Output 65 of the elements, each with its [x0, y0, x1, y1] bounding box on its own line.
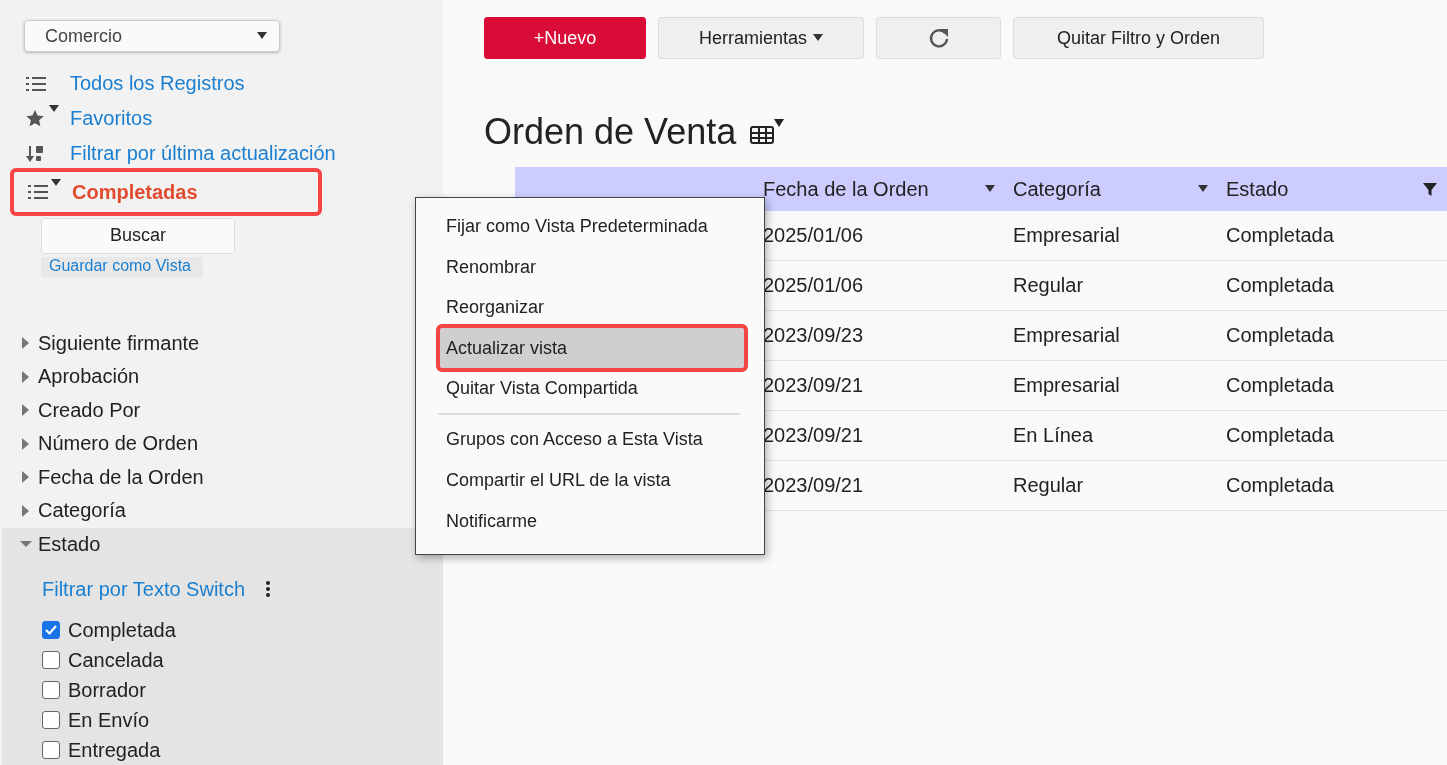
- menu-item[interactable]: Fijar como Vista Predeterminada: [416, 206, 764, 247]
- checkbox[interactable]: [42, 711, 60, 729]
- caret-icon: [257, 32, 267, 41]
- option-label: Entregada: [68, 738, 161, 762]
- filter-label[interactable]: Categoría: [38, 499, 126, 523]
- filter-label[interactable]: Número de Orden: [38, 432, 199, 456]
- table-cell: Regular: [1013, 274, 1084, 297]
- menu-item[interactable]: Renombrar: [416, 246, 764, 288]
- filter-label[interactable]: Fecha de la Orden: [38, 465, 204, 489]
- view-link[interactable]: Favoritos: [70, 107, 153, 131]
- table-cell: 2025/01/06: [763, 224, 864, 247]
- menu-item[interactable]: Compartir el URL de la vista: [416, 460, 764, 501]
- view-link[interactable]: Filtrar por última actualización: [70, 142, 336, 166]
- caret-icon: [813, 34, 823, 42]
- menu-item[interactable]: Actualizar vista: [436, 324, 748, 373]
- option-label: Completada: [68, 618, 176, 642]
- checkbox[interactable]: [42, 651, 60, 669]
- table-cell: 2025/01/06: [763, 274, 864, 297]
- list-icon: [26, 74, 48, 93]
- filter-label[interactable]: Siguiente firmante: [38, 331, 200, 355]
- table-cell: Empresarial: [1013, 374, 1120, 397]
- refresh-icon: [927, 27, 950, 49]
- filter-icon[interactable]: [1423, 182, 1437, 196]
- new-button[interactable]: +Nuevo: [484, 17, 646, 59]
- table-cell: 2023/09/21: [763, 424, 864, 447]
- table-cell: Completada: [1226, 474, 1334, 497]
- option-label: Cancelada: [68, 648, 164, 672]
- menu-item[interactable]: Notificarme: [416, 500, 764, 542]
- caret-icon[interactable]: [985, 185, 995, 193]
- filter-label[interactable]: Estado: [38, 532, 101, 556]
- app-dropdown[interactable]: Comercio: [24, 20, 280, 53]
- table-cell: Completada: [1226, 274, 1334, 297]
- option-label: En Envío: [68, 708, 150, 732]
- checkbox[interactable]: [42, 741, 60, 759]
- caret-icon[interactable]: [1198, 185, 1208, 193]
- filter-label[interactable]: Aprobación: [38, 365, 140, 389]
- refresh-button[interactable]: [876, 17, 1001, 59]
- option-label: Borrador: [68, 678, 146, 702]
- table-cell: En Línea: [1013, 424, 1094, 447]
- table-cell: Completada: [1226, 374, 1334, 397]
- menu-item[interactable]: Grupos con Acceso a Esta Vista: [416, 419, 764, 460]
- more-icon[interactable]: [265, 580, 272, 598]
- search-button[interactable]: Buscar: [41, 218, 235, 254]
- caret-icon: [51, 179, 61, 188]
- filter-label[interactable]: Creado Por: [38, 398, 141, 422]
- table-cell: 2023/09/21: [763, 374, 864, 397]
- table-cell: 2023/09/21: [763, 474, 864, 497]
- view-link[interactable]: Completadas: [72, 180, 198, 204]
- table-cell: Regular: [1013, 474, 1084, 497]
- view-link[interactable]: Todos los Registros: [70, 72, 245, 96]
- tools-button[interactable]: Herramientas: [658, 17, 864, 59]
- column-header[interactable]: Estado: [1226, 177, 1289, 201]
- caret-icon: [49, 104, 59, 113]
- list-icon: [28, 183, 50, 202]
- table-cell: 2023/09/23: [763, 324, 864, 347]
- page-title: Orden de Venta: [484, 111, 737, 153]
- table-cell: Empresarial: [1013, 324, 1120, 347]
- table-cell: Completada: [1226, 424, 1334, 447]
- table-cell: Empresarial: [1013, 224, 1120, 247]
- checkbox[interactable]: [42, 681, 60, 699]
- clear-filter-button[interactable]: Quitar Filtro y Orden: [1013, 17, 1264, 59]
- table-cell: Completada: [1226, 224, 1334, 247]
- table-cell: Completada: [1226, 324, 1334, 347]
- checkbox[interactable]: [42, 621, 60, 639]
- table-view-icon[interactable]: [750, 118, 785, 146]
